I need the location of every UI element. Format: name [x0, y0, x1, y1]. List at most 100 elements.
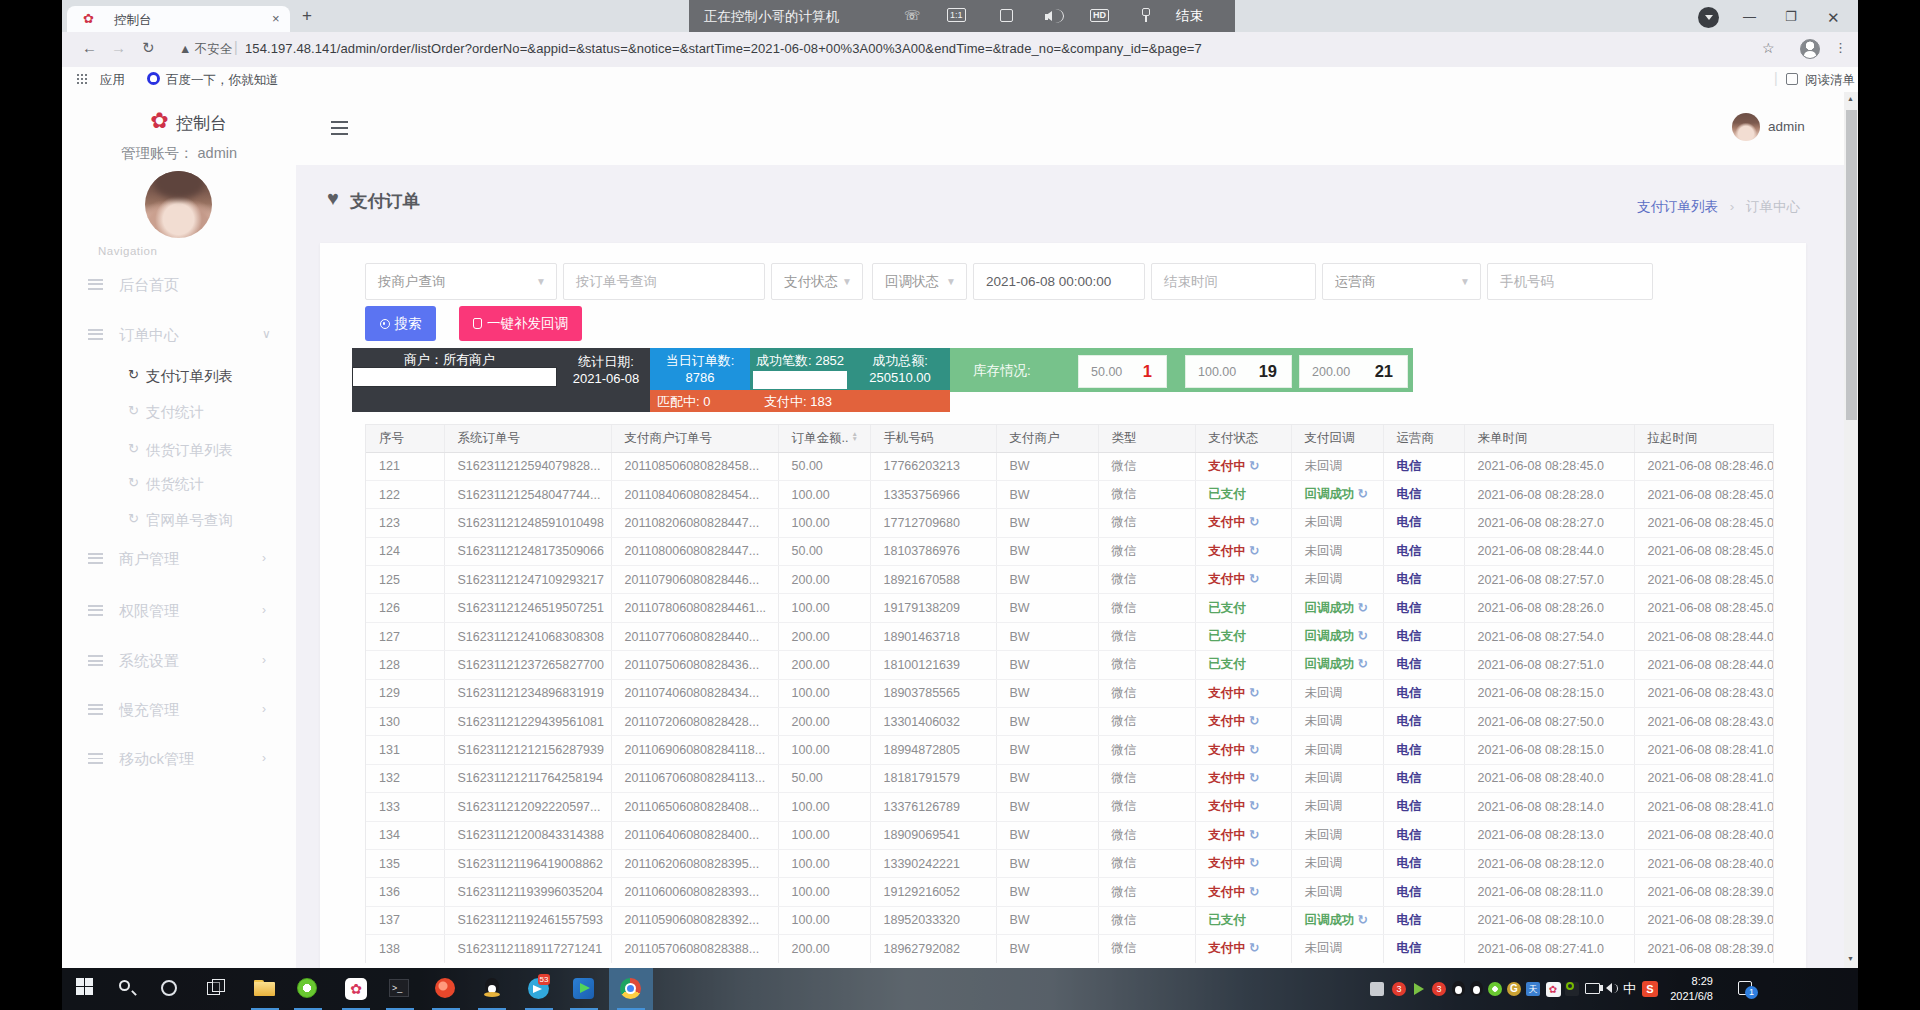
filter-select-6[interactable]: 运营商▼: [1322, 263, 1481, 300]
refresh-icon[interactable]: ↻: [1249, 544, 1259, 558]
window-restore-button[interactable]: ❐: [1785, 9, 1797, 24]
taskbar-start-icon[interactable]: [76, 978, 98, 1000]
refresh-icon[interactable]: ↻: [1249, 828, 1259, 842]
stats-merchant-input[interactable]: [352, 367, 557, 387]
tray-sogou-icon[interactable]: S: [1639, 978, 1661, 1000]
security-warning[interactable]: ▲ 不安全: [179, 41, 232, 58]
browser-menu-icon[interactable]: ⋮: [1834, 40, 1847, 55]
tray-badge-icon[interactable]: 3: [1388, 978, 1410, 1000]
taskbar-cortana-icon[interactable]: [159, 978, 181, 1000]
header-username[interactable]: admin: [1768, 119, 1805, 134]
sidebar-item-0[interactable]: 后台首页: [62, 271, 296, 299]
scrollbar-thumb[interactable]: [1846, 110, 1857, 420]
apps-grid-icon[interactable]: [76, 73, 88, 85]
sidebar-item-9[interactable]: 系统设置›: [62, 647, 296, 675]
profile-icon[interactable]: [1800, 39, 1820, 59]
scroll-up-icon[interactable]: ▲: [1847, 95, 1854, 102]
sidebar-item-7[interactable]: 商户管理›: [62, 545, 296, 573]
taskbar-explorer-icon[interactable]: [254, 978, 276, 1000]
refresh-icon[interactable]: ↻: [1358, 629, 1368, 643]
tray-ime-icon[interactable]: 中: [1619, 978, 1641, 1000]
fullscreen-icon[interactable]: [1000, 9, 1013, 22]
refresh-icon[interactable]: ↻: [1249, 515, 1259, 529]
taskbar-taskview-icon[interactable]: [206, 978, 228, 1000]
breadcrumb-parent[interactable]: 订单中心: [1746, 199, 1800, 214]
taskbar-sunlogin-icon[interactable]: ✿: [345, 978, 367, 1000]
header-avatar[interactable]: [1732, 113, 1760, 141]
window-overlay-menu-icon[interactable]: [1698, 7, 1719, 28]
ratio-icon[interactable]: 1:1: [947, 8, 966, 22]
taskbar-chrome-icon[interactable]: [620, 978, 642, 1000]
hamburger-menu-icon[interactable]: [331, 121, 348, 135]
reload-icon[interactable]: ↻: [142, 39, 155, 57]
sidebar-item-5[interactable]: ↻供货统计: [62, 470, 296, 498]
stats-success-input[interactable]: [753, 371, 847, 389]
sidebar-item-3[interactable]: ↻支付统计: [62, 398, 296, 426]
url-text[interactable]: 154.197.48.141/admin/order/listOrder?ord…: [245, 41, 1202, 56]
refresh-icon[interactable]: ↻: [1249, 885, 1259, 899]
back-icon[interactable]: ←: [82, 39, 97, 56]
filter-input-7[interactable]: 手机号码: [1487, 263, 1653, 300]
sidebar-item-1[interactable]: 订单中心∨: [62, 321, 296, 349]
taskbar-qq-icon[interactable]: [481, 978, 503, 1000]
col-header-3[interactable]: 订单金额..▲▼: [778, 425, 870, 452]
scrollbar[interactable]: ▲ ▼: [1844, 92, 1858, 968]
tray-notification-icon[interactable]: 1: [1735, 978, 1757, 1000]
refresh-icon[interactable]: ↻: [1249, 799, 1259, 813]
taskbar-360-icon[interactable]: [297, 978, 319, 1000]
hd-icon[interactable]: HD: [1090, 9, 1109, 22]
forward-icon[interactable]: →: [111, 39, 126, 56]
reading-list[interactable]: 阅读清单: [1805, 72, 1855, 89]
resend-callback-button[interactable]: 一键补发回调: [459, 306, 582, 341]
pin-icon[interactable]: [1141, 7, 1151, 23]
sidebar-item-11[interactable]: 移动ck管理›: [62, 745, 296, 773]
bookmark-baidu[interactable]: 百度一下，你就知道: [166, 72, 279, 89]
filter-input-5[interactable]: 结束时间: [1151, 263, 1316, 300]
taskbar-cmd-icon[interactable]: >_: [389, 978, 411, 1000]
breadcrumb-current[interactable]: 支付订单列表: [1637, 199, 1718, 214]
phone-icon[interactable]: ☏: [904, 8, 920, 23]
refresh-icon[interactable]: ↻: [1249, 771, 1259, 785]
sidebar-item-2[interactable]: ↻支付订单列表: [62, 362, 296, 390]
refresh-icon[interactable]: ↻: [1358, 601, 1368, 615]
tray-play-icon[interactable]: [1408, 978, 1430, 1000]
filter-select-3[interactable]: 回调状态▼: [872, 263, 967, 300]
sidebar-item-10[interactable]: 慢充管理›: [62, 696, 296, 724]
refresh-icon[interactable]: ↻: [1358, 913, 1368, 927]
tray-blue-icon[interactable]: 天: [1522, 978, 1544, 1000]
tab-close-icon[interactable]: ×: [272, 11, 280, 26]
taskbar-telegram-icon[interactable]: 53: [528, 978, 550, 1000]
window-minimize-button[interactable]: —: [1743, 9, 1756, 24]
refresh-icon[interactable]: ↻: [1249, 714, 1259, 728]
refresh-icon[interactable]: ↻: [1249, 856, 1259, 870]
new-tab-button[interactable]: +: [302, 6, 312, 26]
search-button[interactable]: 搜索: [365, 306, 436, 341]
bookmark-star-icon[interactable]: ☆: [1762, 40, 1775, 56]
refresh-icon[interactable]: ↻: [1249, 572, 1259, 586]
taskbar-search-icon[interactable]: [117, 978, 139, 1000]
browser-tab[interactable]: ✿ 控制台 ×: [67, 6, 290, 32]
refresh-icon[interactable]: ↻: [1249, 459, 1259, 473]
refresh-icon[interactable]: ↻: [1358, 487, 1368, 501]
sidebar-item-8[interactable]: 权限管理›: [62, 597, 296, 625]
scroll-down-icon[interactable]: ▼: [1847, 955, 1854, 962]
tray-nvidia-icon[interactable]: [1561, 978, 1583, 1000]
tray-app-icon[interactable]: [1366, 978, 1388, 1000]
sidebar-item-6[interactable]: ↻官网单号查询: [62, 506, 296, 534]
tray-badge2-icon[interactable]: 3: [1428, 978, 1450, 1000]
taskbar-clock[interactable]: 8:292021/6/8: [1663, 974, 1713, 1004]
taskbar-videoplayer-icon[interactable]: [573, 978, 595, 1000]
sidebar-item-4[interactable]: ↻供货订单列表: [62, 436, 296, 464]
filter-input-1[interactable]: 按订单号查询: [563, 263, 765, 300]
filter-select-2[interactable]: 支付状态▼: [771, 263, 863, 300]
window-close-button[interactable]: ✕: [1827, 9, 1840, 27]
refresh-icon[interactable]: ↻: [1249, 941, 1259, 955]
sidebar-avatar[interactable]: [145, 171, 212, 238]
end-control-button[interactable]: 结束: [1176, 7, 1203, 25]
refresh-icon[interactable]: ↻: [1249, 743, 1259, 757]
refresh-icon[interactable]: ↻: [1358, 657, 1368, 671]
taskbar-app-red-icon[interactable]: [435, 978, 457, 1000]
sort-icon[interactable]: ▲▼: [851, 432, 857, 441]
refresh-icon[interactable]: ↻: [1249, 686, 1259, 700]
filter-select-0[interactable]: 按商户查询▼: [365, 263, 557, 300]
